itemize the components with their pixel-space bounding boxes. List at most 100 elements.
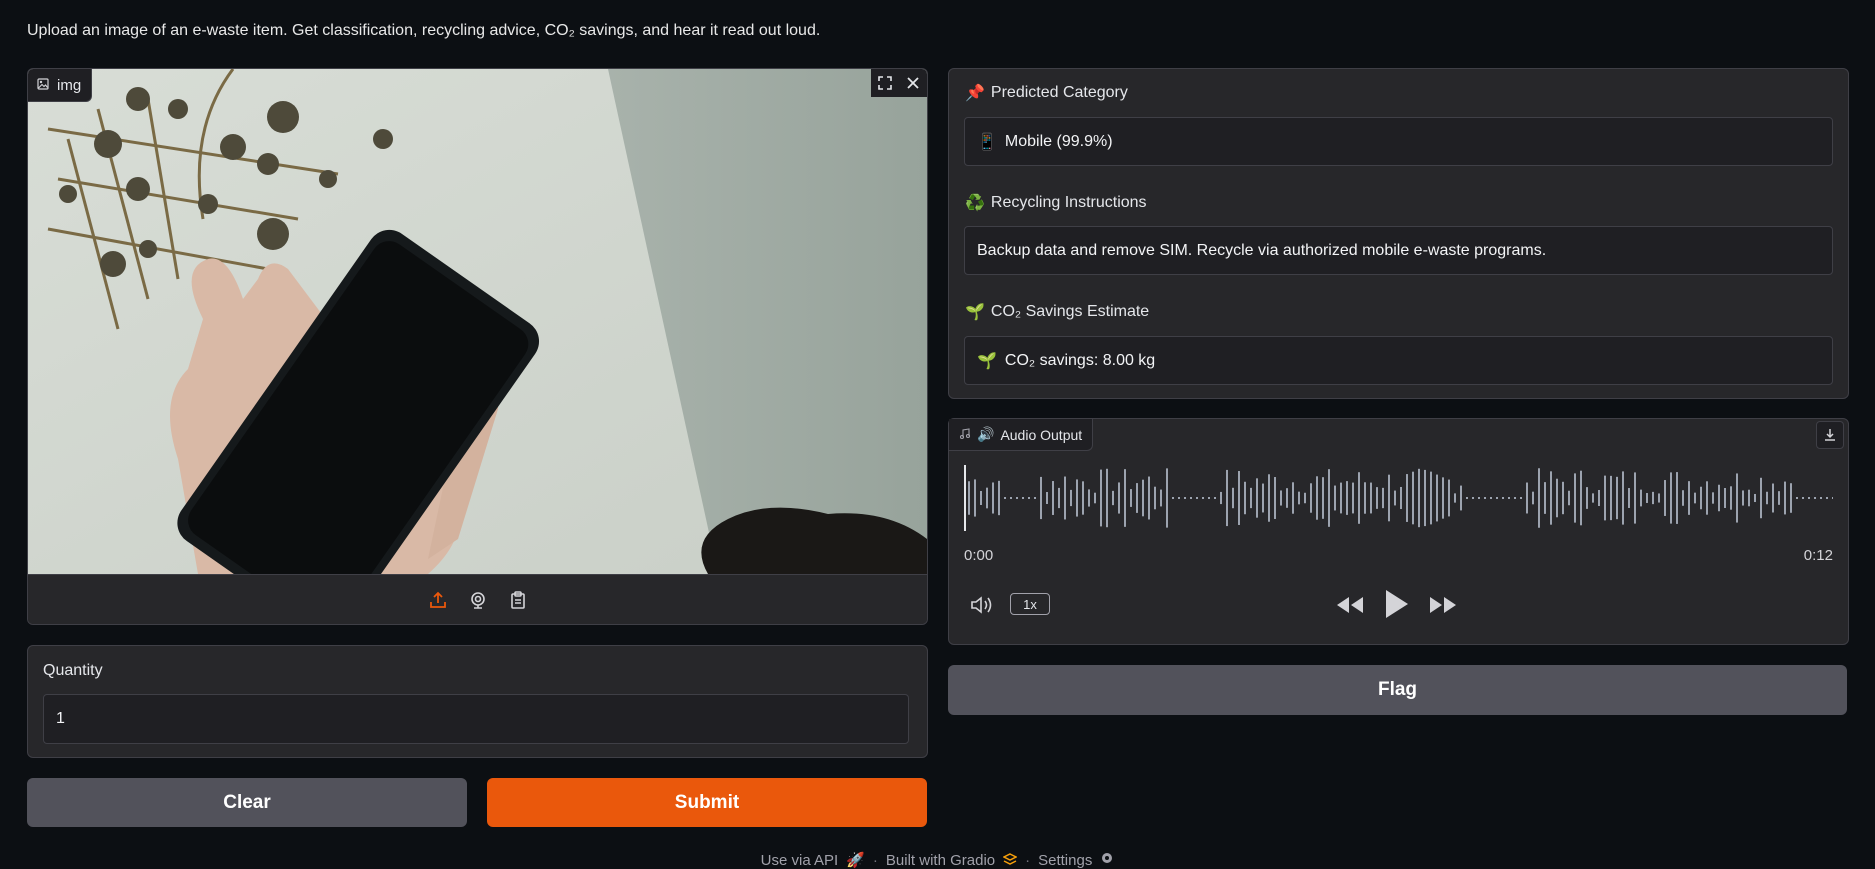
waveform-bar xyxy=(1274,477,1276,519)
music-note-icon xyxy=(959,427,971,443)
waveform-bar xyxy=(1592,493,1594,503)
waveform-bar xyxy=(1556,478,1558,518)
waveform-bar xyxy=(1424,469,1426,527)
waveform-bar xyxy=(1496,497,1498,499)
clear-button[interactable]: Clear xyxy=(27,778,467,827)
skip-forward-icon[interactable] xyxy=(1427,593,1459,617)
waveform-bar xyxy=(1730,486,1732,510)
waveform-bar xyxy=(1076,479,1078,517)
playback-rate-button[interactable]: 1x xyxy=(1010,593,1050,615)
waveform-bar xyxy=(1388,474,1390,522)
skip-backward-icon[interactable] xyxy=(1334,593,1366,617)
waveform-bar xyxy=(1298,491,1300,505)
waveform-bar xyxy=(1772,483,1774,513)
waveform-bar xyxy=(1112,490,1114,506)
app-description: Upload an image of an e-waste item. Get … xyxy=(27,22,821,39)
submit-button[interactable]: Submit xyxy=(487,778,927,827)
close-icon[interactable] xyxy=(899,69,927,97)
waveform-bar xyxy=(1160,489,1162,507)
recycling-value: Backup data and remove SIM. Recycle via … xyxy=(977,241,1547,259)
waveform-bar xyxy=(1736,473,1738,523)
waveform-bar xyxy=(1178,497,1180,499)
waveform-bar xyxy=(1130,489,1132,507)
waveform-bar xyxy=(1340,482,1342,514)
audio-label-text: Audio Output xyxy=(1000,426,1083,443)
waveform-bar xyxy=(1358,472,1360,524)
download-icon[interactable] xyxy=(1816,421,1844,449)
clipboard-icon[interactable] xyxy=(505,587,531,613)
co2-output: 🌱 CO₂ savings: 8.00 kg xyxy=(964,336,1833,385)
waveform-bar xyxy=(1394,490,1396,506)
webcam-icon[interactable] xyxy=(465,587,491,613)
waveform-bar xyxy=(1310,483,1312,513)
co2-value: CO₂ savings: 8.00 kg xyxy=(1004,351,1156,369)
quantity-panel: Quantity xyxy=(27,645,928,758)
waveform-bar xyxy=(1070,489,1072,507)
waveform-bar xyxy=(1802,497,1804,499)
image-input-panel[interactable]: img xyxy=(27,68,928,625)
waveform-bar xyxy=(1748,489,1750,507)
waveform-bar xyxy=(1706,481,1708,515)
waveform-bar xyxy=(1586,487,1588,509)
waveform-bar xyxy=(1628,488,1630,508)
settings-link[interactable]: Settings xyxy=(1038,852,1092,869)
waveform-bar xyxy=(1172,497,1174,499)
waveform-bar xyxy=(1184,497,1186,499)
waveform-bar xyxy=(1352,482,1354,514)
waveform-bar xyxy=(1430,471,1432,525)
category-label-text: Predicted Category xyxy=(990,84,1128,101)
waveform-bar xyxy=(1700,486,1702,510)
waveform-bar xyxy=(1640,489,1642,507)
upload-icon[interactable] xyxy=(425,587,451,613)
flag-button[interactable]: Flag xyxy=(948,665,1847,715)
waveform-bar xyxy=(1658,493,1660,503)
play-icon[interactable] xyxy=(1382,587,1412,621)
waveform-bar xyxy=(1202,497,1204,499)
speaker-icon: 🔊 xyxy=(977,426,995,442)
waveform-bar xyxy=(1238,471,1240,525)
waveform-bar xyxy=(1742,490,1744,506)
waveform-bar xyxy=(1376,487,1378,509)
waveform-bar xyxy=(1562,481,1564,515)
waveform-bar xyxy=(1136,483,1138,513)
quantity-input[interactable] xyxy=(43,694,909,744)
waveform-bar xyxy=(1670,472,1672,524)
use-via-api-link[interactable]: Use via API xyxy=(761,852,839,869)
co2-label-text: CO₂ Savings Estimate xyxy=(990,303,1150,320)
waveform-bar xyxy=(1094,492,1096,504)
built-with-gradio-link[interactable]: Built with Gradio xyxy=(886,852,995,869)
waveform-bar xyxy=(1004,497,1006,499)
waveform-bar xyxy=(1142,479,1144,517)
audio-waveform[interactable] xyxy=(964,465,1833,531)
waveform-bar xyxy=(1226,469,1228,527)
image-corner-controls xyxy=(871,69,927,97)
footer-separator: · xyxy=(872,851,878,869)
waveform-bar xyxy=(1250,487,1252,509)
recycling-label: ♻️ Recycling Instructions xyxy=(965,193,1147,213)
waveform-bar xyxy=(1010,497,1012,499)
waveform-bar xyxy=(1196,497,1198,499)
waveform-bar xyxy=(998,480,1000,516)
waveform-bar xyxy=(1814,497,1816,499)
volume-icon[interactable] xyxy=(969,593,995,617)
waveform-bar xyxy=(980,490,982,506)
waveform-bar xyxy=(1766,491,1768,505)
waveform-bar xyxy=(1406,474,1408,522)
waveform-bar xyxy=(1244,481,1246,515)
duration: 0:12 xyxy=(1803,547,1833,564)
mobile-phone-icon: 📱 xyxy=(977,133,997,151)
waveform-bar xyxy=(1634,472,1636,524)
waveform-bar xyxy=(1436,474,1438,522)
waveform-bar xyxy=(1808,497,1810,499)
waveform-bar xyxy=(1292,482,1294,514)
waveform-bar xyxy=(1652,491,1654,505)
waveform-bar xyxy=(1544,482,1546,514)
waveform-bar xyxy=(1532,491,1534,505)
pushpin-icon: 📌 xyxy=(965,85,985,102)
recycle-icon: ♻️ xyxy=(965,195,985,212)
fullscreen-icon[interactable] xyxy=(871,69,899,97)
waveform-bar xyxy=(1220,491,1222,505)
waveform-bar xyxy=(1646,493,1648,503)
waveform-bar xyxy=(1448,479,1450,517)
waveform-bar xyxy=(1022,497,1024,499)
